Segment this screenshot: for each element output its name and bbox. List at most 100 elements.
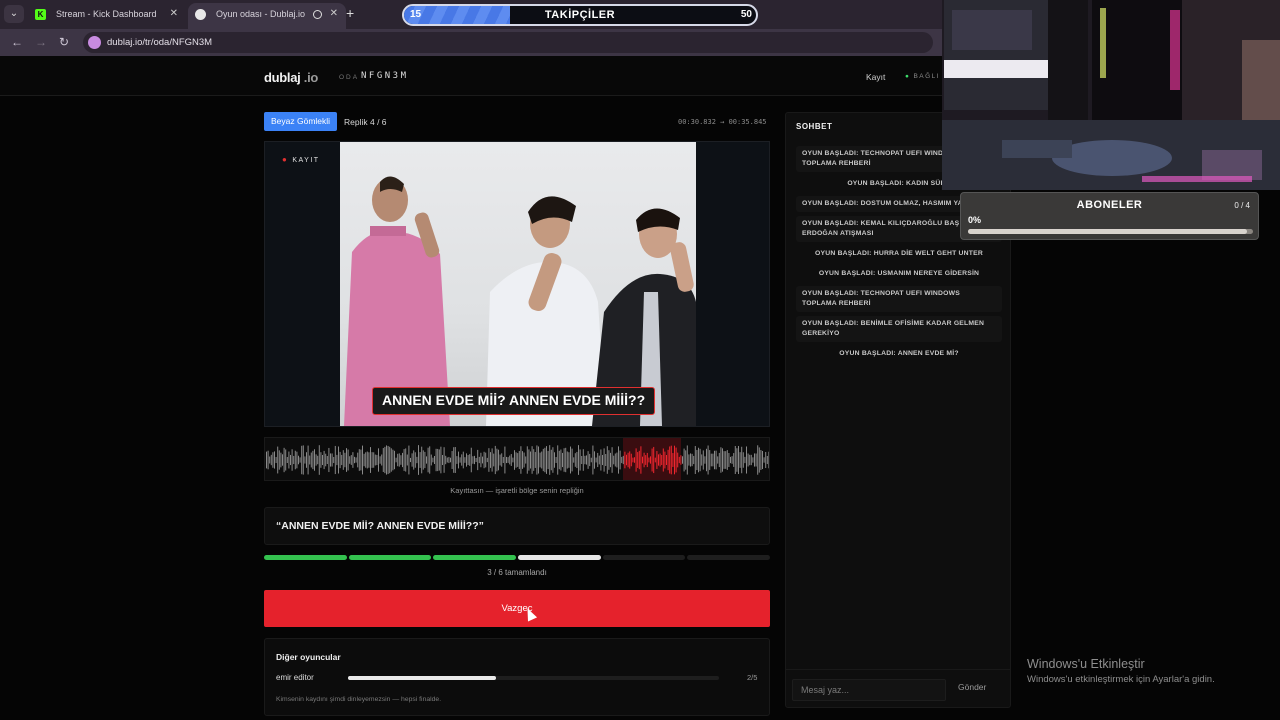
chat-message-input[interactable] [792,679,946,701]
waveform-bar [370,447,371,473]
login-link[interactable]: Kayıt [866,72,885,82]
waveform-bar [299,457,301,463]
chat-message: OYUN BAŞLADI: ANNEN EVDE Mİ? [839,350,959,357]
waveform-bar [429,446,431,474]
waveform-bar [434,455,435,465]
waveform-bar [522,451,523,469]
waveform-bar [618,446,619,474]
current-line-quote: “ANNEN EVDE Mİİ? ANNEN EVDE Mİİİ??” [264,507,770,545]
waveform-bar [653,446,655,474]
waveform-bar [694,446,696,474]
waveform-bar [730,456,731,464]
follower-goal-overlay: 15 TAKİPÇİLER 50 [402,4,758,26]
subscriber-goal-title: ABONELER [1076,199,1143,211]
video-scene-illustration [344,176,696,426]
waveform-bar [454,447,456,473]
waveform-bar [466,453,467,467]
waveform-bar [702,450,704,470]
waveform-bar [597,452,599,468]
waveform-bar [560,449,562,471]
waveform-bar [291,449,293,471]
tab-search-button[interactable]: ⌄ [4,5,24,23]
new-tab-button[interactable]: + [346,5,354,21]
forward-icon[interactable]: → [35,35,47,49]
waveform-bar [355,457,357,463]
tab-kick-dashboard[interactable]: K Stream - Kick Dashboard ✕ [28,3,186,29]
waveform-bar [766,455,768,465]
send-button[interactable]: Gönder [958,682,986,692]
waveform-bar [360,449,362,471]
close-icon[interactable]: ✕ [330,3,338,25]
waveform-bar [344,452,346,468]
waveform-bar [509,455,511,465]
follower-goal-title: TAKİPÇİLER [544,9,616,21]
waveform-bar [584,455,586,465]
back-icon[interactable]: ← [11,35,23,49]
waveform-bar [765,451,767,469]
waveform-bar [712,453,714,467]
logo[interactable]: dublaj .io [264,70,318,85]
waveform-bar [315,454,317,466]
waveform-bar [755,453,757,467]
waveform-bar [282,454,283,466]
waveform-bar [573,457,575,463]
replik-counter: Replik 4 / 6 [344,117,387,127]
waveform-bar [467,455,469,465]
activation-subtitle: Windows'u etkinleştirmek için Ayarlar'a … [1027,674,1215,685]
waveform-bar [621,456,623,464]
waveform-bar [674,445,675,475]
waveform-bar [634,457,635,463]
role-badge: Beyaz Gömlekli [264,112,338,131]
waveform-bar [757,445,759,475]
cancel-button[interactable]: Vazgeç [264,590,770,627]
site-info-icon[interactable] [88,36,101,49]
waveform-bar [616,452,618,468]
waveform-bar [717,456,719,464]
waveform-bar [714,450,715,470]
waveform-bar [526,446,528,474]
reload-icon[interactable]: ↻ [59,35,69,49]
waveform-bar [534,452,536,468]
waveform-bar [675,447,677,473]
waveform-bar [554,452,555,468]
url-field[interactable]: dublaj.io/tr/oda/NFGN3M [83,32,933,53]
tab-title: Stream - Kick Dashboard [56,9,157,19]
waveform-bar [539,452,541,468]
waveform-bar [706,448,707,472]
waveform-bar [269,456,271,464]
waveform-bar [395,457,397,463]
waveform-bar [595,457,597,463]
waveform-bar [301,445,303,475]
room-label: ODA [339,74,360,81]
windows-activation-watermark: Windows'u Etkinleştir Windows'u etkinleş… [1027,657,1215,685]
waveform-bar [741,446,743,474]
waveform-bar [333,456,335,464]
subscriber-percent: 0% [968,215,982,225]
waveform-bar [506,456,507,464]
waveform-bar [590,457,592,463]
progress-segment [687,555,771,560]
waveform-bar [642,456,643,464]
waveform-bar [629,451,631,469]
waveform-bar [378,448,379,472]
waveform-bar [650,456,651,464]
waveform-bar [589,453,591,467]
waveform-bar [630,453,632,467]
waveform-bar [507,457,509,463]
waveform-bar [358,449,360,471]
waveform-bar [637,452,639,468]
waveform-bar [626,454,627,466]
waveform-bar [619,450,621,470]
close-icon[interactable]: ✕ [170,3,178,25]
waveform-bar [667,449,669,471]
waveform-bar [731,456,733,464]
progress-segment [264,555,347,560]
waveform-bar [453,447,455,473]
audio-waveform[interactable] [264,437,770,481]
waveform-bar [510,454,512,466]
waveform-bar [456,456,458,464]
tab-dublaj-room[interactable]: Oyun odası - Dublaj.io ✕ [188,3,346,29]
waveform-bar [478,456,480,464]
chat-message: OYUN BAŞLADI: TECHNOPAT UEFI WINDOWS TOP… [796,286,1002,312]
waveform-bar [392,449,394,471]
